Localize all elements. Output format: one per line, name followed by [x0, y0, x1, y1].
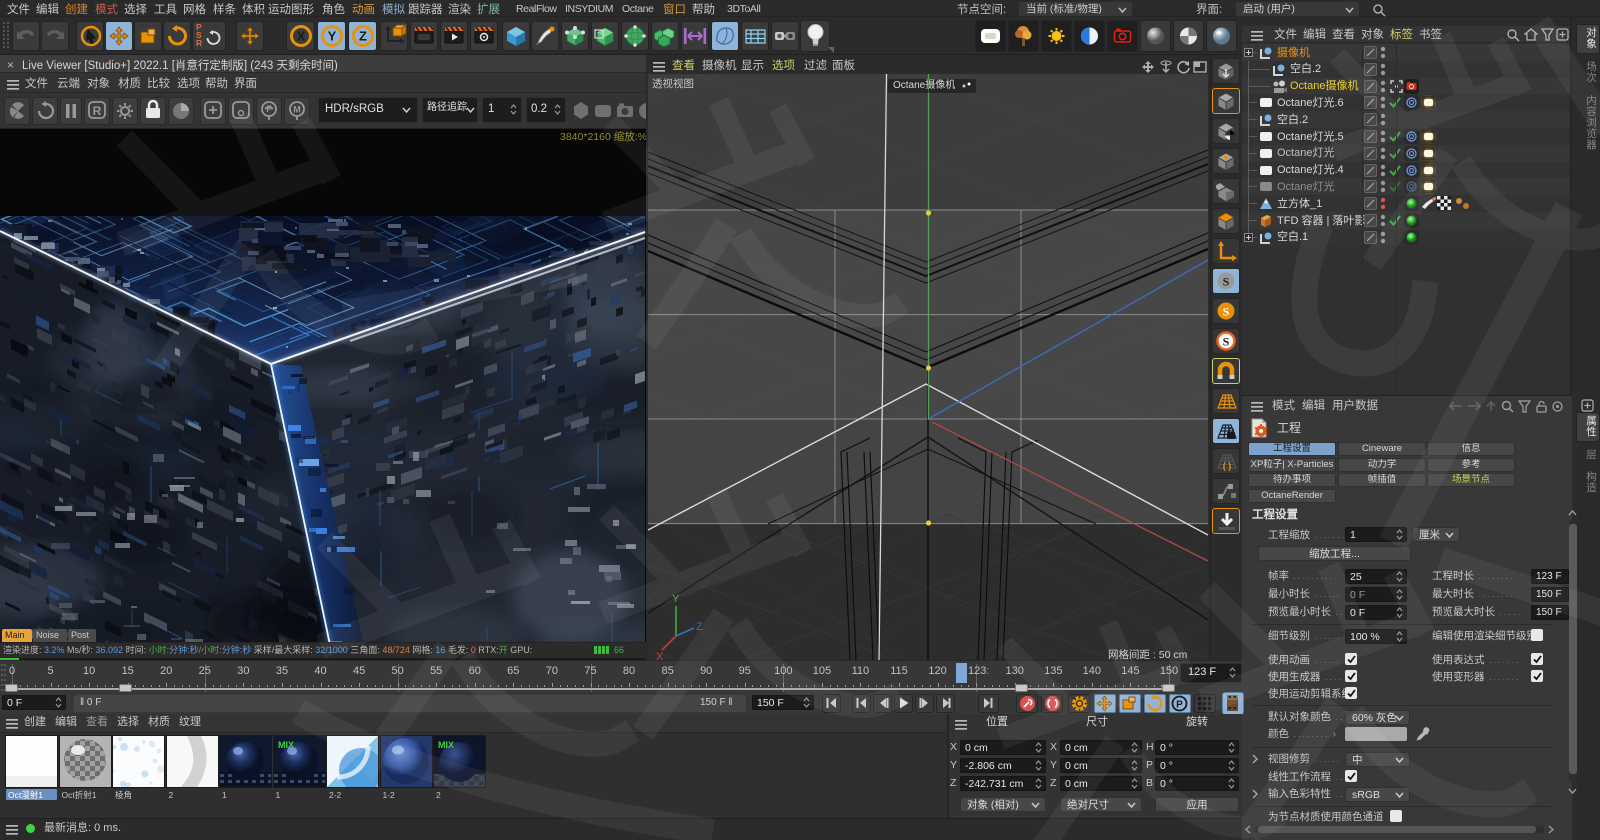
- svg-text:MIX: MIX: [438, 740, 454, 750]
- svg-text:MIX: MIX: [278, 740, 294, 750]
- svg-text:M: M: [293, 105, 301, 115]
- svg-text:Y: Y: [672, 593, 680, 605]
- svg-text:X: X: [656, 651, 664, 660]
- svg-text:( ): ( ): [1223, 461, 1232, 471]
- svg-text:S: S: [1223, 305, 1230, 319]
- svg-text:F: F: [266, 104, 272, 114]
- svg-text:Z: Z: [359, 29, 367, 44]
- svg-text:S: S: [1223, 275, 1230, 289]
- svg-text:Y: Y: [328, 29, 337, 44]
- svg-text:Z: Z: [696, 621, 703, 633]
- svg-text:P: P: [1176, 700, 1183, 711]
- svg-text:X: X: [297, 29, 306, 44]
- svg-text:S: S: [1223, 335, 1230, 349]
- svg-text:R: R: [93, 104, 102, 118]
